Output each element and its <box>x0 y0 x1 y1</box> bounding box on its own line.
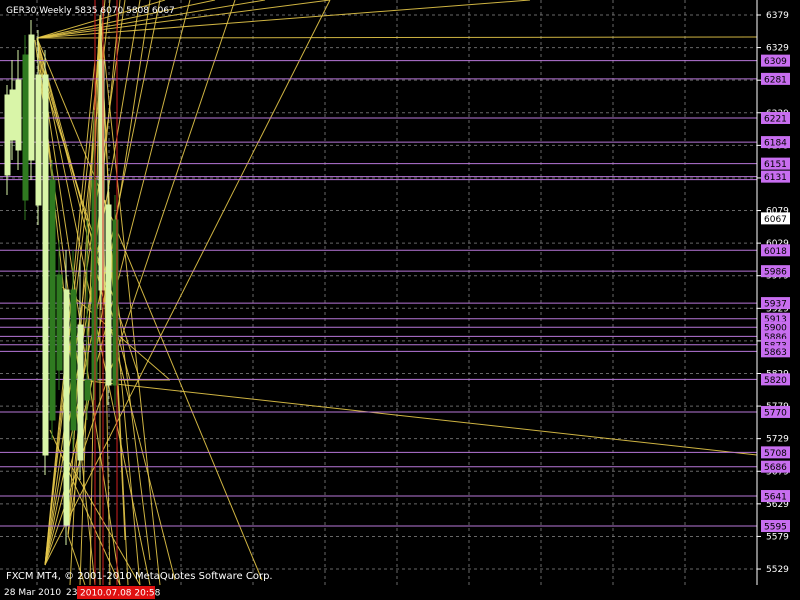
level-badge-label: 5708 <box>764 449 787 459</box>
candle-body <box>4 94 11 176</box>
candle-body <box>9 89 16 141</box>
price-tick-label: 6329 <box>766 44 789 54</box>
level-badge-label: 5863 <box>764 348 787 358</box>
level-badge-label: 5595 <box>764 523 787 533</box>
level-badge-label: 6131 <box>764 173 787 183</box>
copyright-text: FXCM MT4, © 2001-2010 MetaQuotes Softwar… <box>6 571 273 582</box>
time-axis: 28 Mar 2010 23 2010.07.08 20:58 <box>4 586 161 599</box>
level-badge-label: 6184 <box>764 139 787 149</box>
level-badge-label: 6221 <box>764 114 787 124</box>
candle-body <box>28 34 35 161</box>
candle-body <box>84 379 91 401</box>
trend-lines <box>34 0 758 586</box>
level-badges: 6309628162216184615161316018598659375913… <box>761 54 790 533</box>
level-badge-label: 6309 <box>764 57 787 67</box>
level-badge-label: 6018 <box>764 247 787 257</box>
level-badge-label: 5686 <box>764 463 787 473</box>
trend-line <box>79 379 758 456</box>
candle-body <box>70 289 77 431</box>
level-badge-label: 6151 <box>764 160 787 170</box>
candle-body <box>105 204 112 386</box>
level-badge-label: 5770 <box>764 408 787 418</box>
time-badge-label: 2010.07.08 20:58 <box>80 589 161 599</box>
candle-body <box>63 289 70 526</box>
price-tick-label: 5579 <box>766 532 789 542</box>
candle-body <box>15 79 22 151</box>
level-badge-label: 5986 <box>764 268 787 278</box>
candle-body <box>56 274 63 371</box>
price-tick-label: 6379 <box>766 11 789 21</box>
candle-body <box>49 179 56 421</box>
price-tick-label: 5529 <box>766 565 789 575</box>
level-badge-label: 5937 <box>764 300 787 310</box>
current-price-label: 6067 <box>764 215 787 225</box>
chart-title: GER30,Weekly 5835 6070 5808 6067 <box>6 6 175 16</box>
level-badge-label: 5641 <box>764 493 787 503</box>
candle-body <box>22 54 29 201</box>
level-badge-label: 6281 <box>764 75 787 85</box>
candle-body <box>35 74 42 206</box>
candle-body <box>42 74 49 456</box>
level-badge-label: 5820 <box>764 376 787 386</box>
time-axis-label: 23 <box>66 588 77 598</box>
candle-body <box>77 324 84 461</box>
trend-line <box>36 36 758 39</box>
chart-canvas: 6379632962796229617961296079602959795929… <box>0 0 800 600</box>
price-tick-label: 5729 <box>766 435 789 445</box>
time-axis-label: 28 Mar 2010 <box>4 588 61 598</box>
